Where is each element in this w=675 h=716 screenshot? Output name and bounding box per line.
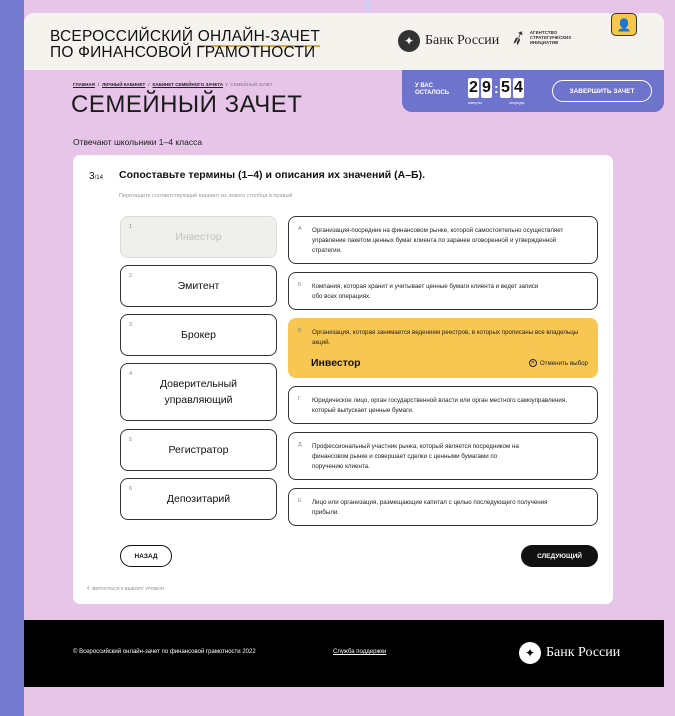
back-button[interactable]: НАЗАД xyxy=(120,545,172,567)
next-button[interactable]: СЛЕДУЮЩИЙ xyxy=(521,545,598,567)
brand-line1-a: ВСЕРОССИЙСКИЙ xyxy=(50,28,198,45)
description-text: Юридическое лицо, орган государственной … xyxy=(312,397,567,414)
footer-bank-name: Банк России xyxy=(546,645,621,660)
page-subtitle: Отвечают школьники 1–4 класса xyxy=(73,137,203,147)
breadcrumb-cabinet[interactable]: ЛИЧНЫЙ КАБИНЕТ xyxy=(102,82,145,87)
description-letter: Д xyxy=(298,442,302,448)
timer-digits: 2 9 : 5 4 xyxy=(468,78,524,98)
term-card-investor[interactable]: 1 Инвестор xyxy=(120,216,277,258)
user-icon: 👤 xyxy=(616,17,632,32)
asi-logo[interactable]: ➶ АГЕНТСТВО СТРАТЕГИЧЕСКИХ ИНИЦИАТИВ xyxy=(507,25,586,51)
site-brand-title[interactable]: ВСЕРОССИЙСКИЙ ОНЛАЙН-ЗАЧЕТ ПО ФИНАНСОВОЙ… xyxy=(50,28,320,61)
timer-second-digit: 5 xyxy=(500,78,511,98)
timer-minute-digit: 2 xyxy=(468,78,479,98)
return-to-level-label: ВЕРНУТЬСЯ К ВЫБОРУ УРОВНЯ xyxy=(92,586,164,591)
description-text: Организация, которая занимается ведением… xyxy=(312,329,579,346)
cancel-selection-button[interactable]: ✕ Отменить выбор xyxy=(528,359,588,367)
description-drop-target-e[interactable]: Е Лицо или организация, размещающие капи… xyxy=(288,488,598,526)
question-text: Сопоставьте термины (1–4) и описания их … xyxy=(119,169,426,181)
timer-colon: : xyxy=(494,80,499,96)
description-drop-target-b[interactable]: Б Компания, которая хранит и учитывает ц… xyxy=(288,272,598,310)
term-card-trustee[interactable]: 4 Доверительный управляющий xyxy=(120,363,277,421)
close-circle-icon: ✕ xyxy=(528,359,537,367)
term-card-registrar[interactable]: 5 Регистратор xyxy=(120,429,277,471)
breadcrumb-current: СЕМЕЙНЫЙ ЗАЧЕТ xyxy=(230,82,273,87)
timer-label: У ВАС ОСТАЛОСЬ xyxy=(415,83,450,96)
term-label: Регистратор xyxy=(168,444,229,456)
placed-answer: Инвестор xyxy=(311,357,361,369)
eagle-emblem-icon: ✦ xyxy=(519,642,541,664)
question-card: 3/14 Сопоставьте термины (1–4) и описани… xyxy=(73,155,613,604)
timer-second-digit: 4 xyxy=(513,78,524,98)
question-number-total: /14 xyxy=(94,175,103,181)
site-footer: © Всероссийский онлайн-зачет по финансов… xyxy=(24,620,664,687)
breadcrumb-home[interactable]: ГЛАВНАЯ xyxy=(73,82,95,87)
breadcrumb: ГЛАВНАЯ / ЛИЧНЫЙ КАБИНЕТ / КАБИНЕТ СЕМЕЙ… xyxy=(73,82,272,87)
question-number: 3/14 xyxy=(89,171,103,182)
footer-copyright: © Всероссийский онлайн-зачет по финансов… xyxy=(73,649,256,655)
term-label: Депозитарий xyxy=(166,493,231,505)
page-title: СЕМЕЙНЫЙ ЗАЧЕТ xyxy=(71,91,303,118)
site-header: ВСЕРОССИЙСКИЙ ОНЛАЙН-ЗАЧЕТ ПО ФИНАНСОВОЙ… xyxy=(24,13,664,70)
asi-arrow-icon: ➶ xyxy=(506,24,531,52)
user-profile-button[interactable]: 👤 xyxy=(611,13,637,36)
breadcrumb-sep: / xyxy=(148,82,150,87)
term-label: Эмитент xyxy=(177,280,220,292)
description-text: Организация-посредник на финансовом рынк… xyxy=(312,227,564,254)
description-letter: В xyxy=(298,328,302,334)
term-label: Инвестор xyxy=(175,231,222,243)
footer-bank-logo[interactable]: ✦ Банк России xyxy=(519,642,620,664)
breadcrumb-family-cabinet[interactable]: КАБИНЕТ СЕМЕЙНОГО ЗАЧЕТА xyxy=(153,82,224,87)
description-letter: Г xyxy=(298,396,301,402)
return-to-level-link[interactable]: ‹ ВЕРНУТЬСЯ К ВЫБОРУ УРОВНЯ xyxy=(87,585,164,592)
asi-text: АГЕНТСТВО СТРАТЕГИЧЕСКИХ ИНИЦИАТИВ xyxy=(529,30,572,45)
breadcrumb-sep: / xyxy=(97,82,100,87)
term-label: Доверительный управляющий xyxy=(159,378,238,406)
description-drop-target-d[interactable]: Д Профессиональный участник рынка, котор… xyxy=(288,432,598,480)
description-drop-target-v[interactable]: В Организация, которая занимается ведени… xyxy=(288,318,598,378)
description-letter: Е xyxy=(298,498,302,504)
term-label: Брокер xyxy=(181,329,216,341)
term-card-broker[interactable]: 3 Брокер xyxy=(120,314,277,356)
bank-name: Банк России xyxy=(425,33,500,48)
eagle-emblem-icon: ✦ xyxy=(398,30,420,52)
finish-test-button[interactable]: ЗАВЕРШИТЬ ЗАЧЕТ xyxy=(552,80,652,102)
term-card-emitent[interactable]: 2 Эмитент xyxy=(120,265,277,307)
description-letter: А xyxy=(298,226,302,232)
description-text: Профессиональный участник рынка, который… xyxy=(312,443,519,470)
timer-seconds-unit: секунды xyxy=(509,100,525,105)
support-link[interactable]: Служба поддержки xyxy=(333,649,386,655)
description-drop-target-a[interactable]: А Организация-посредник на финансовом ры… xyxy=(288,216,598,264)
timer-panel: У ВАС ОСТАЛОСЬ 2 9 : 5 4 минуты секунды … xyxy=(402,70,664,112)
timer-minute-digit: 9 xyxy=(481,78,492,98)
brand-line2: ПО ФИНАНСОВОЙ ГРАМОТНОСТИ xyxy=(50,44,316,61)
description-drop-target-g[interactable]: Г Юридическое лицо, орган государственно… xyxy=(288,386,598,424)
description-text: Лицо или организация, размещающие капита… xyxy=(312,499,548,516)
description-text: Компания, которая хранит и учитывает цен… xyxy=(312,283,539,300)
term-card-depositary[interactable]: 6 Депозитарий xyxy=(120,478,277,520)
bank-of-russia-logo[interactable]: ✦ Банк России xyxy=(398,30,499,52)
question-hint: Перетащите соответствующий вариант из ле… xyxy=(119,193,293,199)
timer-minutes-unit: минуты xyxy=(468,100,482,105)
breadcrumb-sep: / xyxy=(226,82,228,87)
cancel-selection-label: Отменить выбор xyxy=(539,359,588,367)
description-letter: Б xyxy=(298,282,302,288)
chevron-left-icon: ‹ xyxy=(87,585,90,592)
